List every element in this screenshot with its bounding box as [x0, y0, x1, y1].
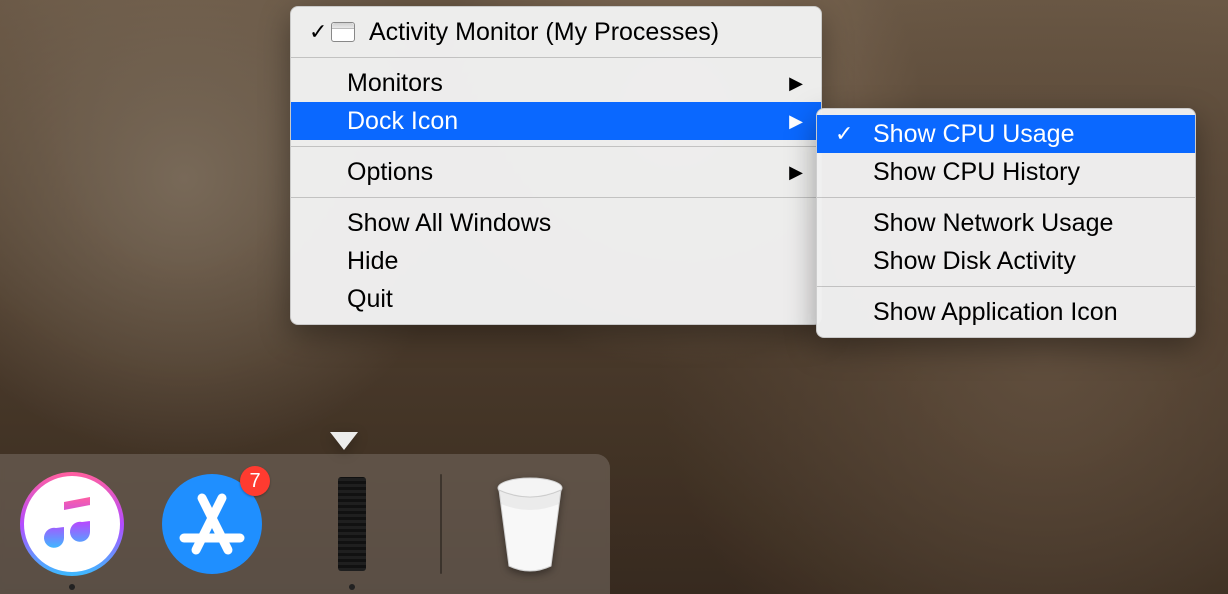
menu-separator [291, 146, 821, 147]
menu-item-label: Dock Icon [347, 107, 458, 136]
menu-separator [817, 286, 1195, 287]
menu-item-label: Monitors [347, 69, 443, 98]
dock-item-itunes[interactable] [20, 472, 124, 576]
menu-item-label: Activity Monitor (My Processes) [347, 18, 719, 47]
menu-item-label: Show Network Usage [873, 209, 1113, 238]
menu-item-dock-icon[interactable]: Dock Icon ▶ [291, 102, 821, 140]
menu-item-label: Show All Windows [347, 209, 551, 238]
menu-separator [291, 57, 821, 58]
dock-item-trash[interactable] [478, 472, 582, 576]
submenu-item-show-cpu-usage[interactable]: ✓ Show CPU Usage [817, 115, 1195, 153]
submenu-item-show-disk-activity[interactable]: Show Disk Activity [817, 242, 1195, 280]
menu-item-label: Show Disk Activity [873, 247, 1076, 276]
checkmark-icon: ✓ [835, 121, 853, 147]
submenu-item-show-application-icon[interactable]: Show Application Icon [817, 293, 1195, 331]
menu-item-label: Hide [347, 247, 398, 276]
dock-item-activity-monitor[interactable] [300, 472, 404, 576]
running-indicator [349, 584, 355, 590]
app-store-badge: 7 [240, 466, 270, 496]
menu-item-label: Options [347, 158, 433, 187]
submenu-arrow-icon: ▶ [789, 111, 803, 132]
submenu-item-show-network-usage[interactable]: Show Network Usage [817, 204, 1195, 242]
submenu-item-show-cpu-history[interactable]: Show CPU History [817, 153, 1195, 191]
trash-icon [485, 474, 575, 574]
itunes-icon [20, 472, 124, 576]
menu-item-label: Show CPU History [873, 158, 1080, 187]
dock: 7 [0, 454, 610, 594]
menu-item-label: Show Application Icon [873, 298, 1118, 327]
dock-divider [440, 474, 442, 574]
dock-item-app-store[interactable]: 7 [160, 472, 264, 576]
dock-icon-submenu: ✓ Show CPU Usage Show CPU History Show N… [816, 108, 1196, 338]
menu-separator [291, 197, 821, 198]
menu-pointer-tail [330, 432, 358, 450]
menu-item-monitors[interactable]: Monitors ▶ [291, 64, 821, 102]
menu-item-quit[interactable]: Quit [291, 280, 821, 318]
running-indicator [69, 584, 75, 590]
submenu-arrow-icon: ▶ [789, 73, 803, 94]
activity-monitor-cpu-icon [338, 477, 366, 571]
menu-item-label: Quit [347, 285, 393, 314]
checkmark-icon: ✓ [309, 19, 327, 45]
menu-item-label: Show CPU Usage [873, 120, 1074, 149]
menu-separator [817, 197, 1195, 198]
dock-context-menu: ✓ Activity Monitor (My Processes) Monito… [290, 6, 822, 325]
menu-item-window[interactable]: ✓ Activity Monitor (My Processes) [291, 13, 821, 51]
menu-item-show-all-windows[interactable]: Show All Windows [291, 204, 821, 242]
menu-item-hide[interactable]: Hide [291, 242, 821, 280]
menu-item-options[interactable]: Options ▶ [291, 153, 821, 191]
submenu-arrow-icon: ▶ [789, 162, 803, 183]
window-icon [331, 18, 363, 47]
badge-count: 7 [249, 470, 260, 493]
